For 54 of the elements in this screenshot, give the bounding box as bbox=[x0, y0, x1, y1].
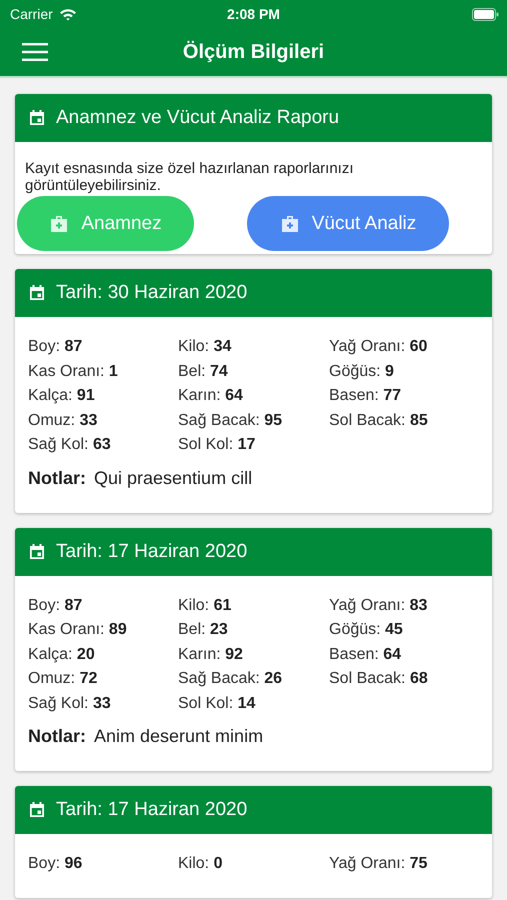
menu-icon[interactable] bbox=[22, 43, 48, 61]
metric-value: Sol Kol: 14 bbox=[178, 694, 256, 713]
metric-value: Kilo: 34 bbox=[178, 337, 232, 356]
measurement-date: Tarih: 17 Haziran 2020 bbox=[56, 540, 248, 562]
page-title: Ölçüm Bilgileri bbox=[182, 40, 324, 64]
metric-value: Sağ Bacak: 26 bbox=[178, 669, 284, 688]
metric-value: Yağ Oranı: 83 bbox=[329, 596, 428, 615]
metric-value: Omuz: 33 bbox=[28, 410, 98, 430]
battery-icon bbox=[472, 8, 499, 20]
metric-value: Yağ Oranı: 75 bbox=[329, 854, 428, 874]
metric-value: Kilo: 61 bbox=[178, 596, 232, 615]
metric-value: Kalça: 91 bbox=[28, 386, 96, 406]
calendar-icon bbox=[28, 542, 46, 560]
card-title: Anamnez ve Vücut Analiz Raporu bbox=[56, 107, 340, 129]
metric-value: Bel: 74 bbox=[178, 362, 229, 381]
metric-value: Boy: 96 bbox=[28, 854, 84, 874]
metric-value: Sağ Kol: 33 bbox=[28, 694, 112, 713]
metric-value: Sol Bacak: 68 bbox=[329, 669, 429, 688]
metric-value: Sağ Bacak: 95 bbox=[178, 410, 284, 430]
metric-value: Kilo: 0 bbox=[178, 854, 224, 874]
metric-value: Boy: 87 bbox=[28, 337, 84, 356]
metric-value: Sağ Kol: 63 bbox=[28, 435, 112, 454]
report-button[interactable]: Vücut Analiz bbox=[247, 196, 449, 251]
metric-value: Kas Oranı: 1 bbox=[28, 362, 119, 381]
metric-value: Göğüs: 9 bbox=[329, 362, 395, 381]
metric-value: Basen: 77 bbox=[329, 386, 402, 406]
metric-value: Bel: 23 bbox=[178, 620, 229, 640]
notes-label: Notlar: bbox=[28, 468, 86, 488]
metric-value: Basen: 64 bbox=[329, 644, 402, 664]
metric-value: Sol Bacak: 85 bbox=[329, 410, 429, 430]
metric-value: Karın: 64 bbox=[178, 386, 244, 406]
calendar-icon bbox=[28, 284, 46, 302]
metric-value: Yağ Oranı: 60 bbox=[329, 337, 428, 356]
report-description: Kayıt esnasında size özel hazırlanan raporlarınızı görüntüleyebilirsiniz. bbox=[25, 160, 355, 194]
carrier-label: Carrier bbox=[10, 6, 53, 22]
metric-value: Kalça: 20 bbox=[28, 644, 96, 664]
medical-kit-icon bbox=[280, 214, 300, 232]
notes-text: Anim deserunt minim bbox=[94, 726, 264, 747]
calendar-icon bbox=[28, 109, 46, 127]
calendar-icon bbox=[28, 801, 46, 819]
metric-value: Omuz: 72 bbox=[28, 669, 98, 688]
metric-value: Göğüs: 45 bbox=[329, 620, 404, 640]
notes-text: Qui praesentium cill bbox=[94, 468, 252, 488]
metric-value: Kas Oranı: 89 bbox=[28, 620, 128, 640]
notes-label: Notlar: bbox=[28, 726, 86, 747]
wifi-icon bbox=[58, 8, 77, 20]
metric-value: Boy: 87 bbox=[28, 596, 84, 615]
status-time: 2:08 PM bbox=[227, 6, 280, 22]
report-button[interactable]: Anamnez bbox=[17, 196, 194, 251]
medical-kit-icon bbox=[49, 214, 70, 232]
measurement-date: Tarih: 17 Haziran 2020 bbox=[56, 799, 248, 821]
measurement-date: Tarih: 30 Haziran 2020 bbox=[56, 282, 248, 304]
metric-value: Sol Kol: 17 bbox=[178, 435, 256, 454]
metric-value: Karın: 92 bbox=[178, 644, 244, 664]
